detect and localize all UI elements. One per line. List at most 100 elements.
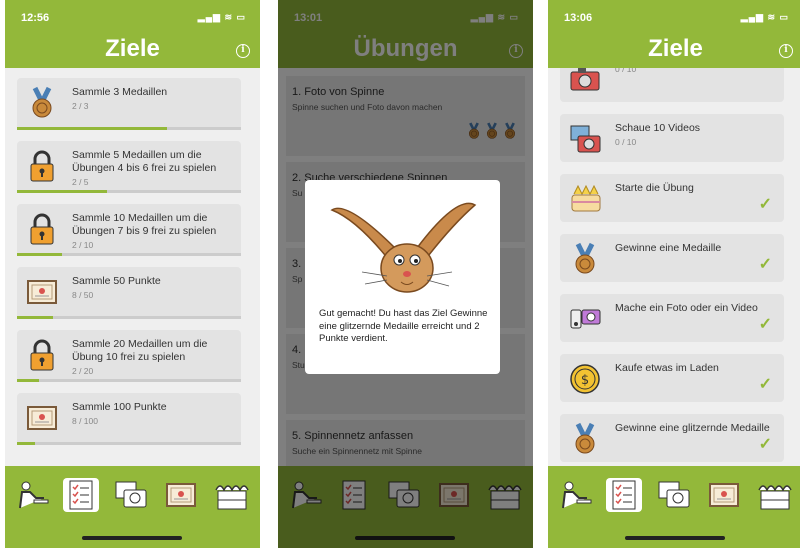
progress-bar	[17, 379, 241, 382]
goal-text: Sammle 5 Medaillen um die Übungen 4 bis …	[72, 149, 235, 189]
progress-bar-fill	[17, 127, 168, 130]
goal-card[interactable]: $ Kaufe etwas im Laden ✓	[560, 354, 784, 402]
progress-bar-fill	[17, 442, 35, 445]
medal-icon	[568, 422, 602, 456]
screen-goals-completed: 13:06 ▂▄▆ ≋ ▭ Ziele i 0 / 10 Schaue 10 Vi…	[548, 0, 800, 548]
goal-text: 0 / 10	[615, 68, 778, 76]
video-camera-icon	[568, 122, 602, 156]
home-indicator	[82, 536, 182, 540]
goal-text: Starte die Übung	[615, 182, 778, 195]
goal-text: Sammle 20 Medaillen um die Übung 10 frei…	[72, 338, 235, 378]
goal-label: Gewinne eine Medaille	[615, 242, 722, 254]
goal-card[interactable]: Sammle 100 Punkte 8 / 100	[17, 393, 241, 445]
goal-progress: 0 / 10	[615, 137, 637, 147]
lock-icon	[25, 149, 59, 183]
status-bar: 13:06 ▂▄▆ ≋ ▭	[548, 0, 800, 30]
check-icon: ✓	[758, 256, 772, 273]
status-bar: 12:56 ▂▄▆ ≋ ▭	[5, 0, 260, 30]
progress-bar-fill	[17, 253, 62, 256]
status-time: 12:56	[21, 12, 50, 24]
goal-text: Sammle 100 Punkte 8 / 100	[72, 401, 235, 428]
progress-bar	[17, 253, 241, 256]
goal-card[interactable]: Gewinne eine Medaille ✓	[560, 234, 784, 282]
success-dialog[interactable]: Gut gemacht! Du hast das Ziel Gewinne ei…	[305, 180, 500, 374]
goal-card[interactable]: Schaue 10 Videos 0 / 10	[560, 114, 784, 162]
goal-card[interactable]: Sammle 20 Medaillen um die Übung 10 frei…	[17, 330, 241, 382]
goal-text: Sammle 50 Punkte 8 / 50	[72, 275, 235, 302]
goal-card[interactable]: Gewinne eine glitzernde Medaille ✓	[560, 414, 784, 462]
page-title: Ziele	[105, 35, 160, 62]
market-stall-icon[interactable]	[213, 478, 249, 512]
goal-label: Sammle 5 Medaillen um die Übungen 4 bis …	[72, 149, 217, 174]
goal-card[interactable]: Starte die Übung ✓	[560, 174, 784, 222]
page-title: Ziele	[648, 35, 703, 62]
lock-icon	[25, 212, 59, 246]
goal-label: Sammle 50 Punkte	[72, 275, 161, 287]
goal-label: Sammle 20 Medaillen um die Übung 10 frei…	[72, 338, 208, 363]
info-icon[interactable]: i	[236, 44, 250, 58]
checklist-icon[interactable]	[63, 478, 99, 512]
dialog-message: Gut gemacht! Du hast das Ziel Gewinne ei…	[319, 308, 488, 344]
screen-exercises: 13:01 ▂▄▆ ≋ ▭ Übungen i 1. Foto von Spin…	[278, 0, 533, 548]
certificate-icon[interactable]	[163, 478, 199, 512]
status-icons: ▂▄▆ ≋ ▭	[740, 12, 789, 22]
goal-progress: 0 / 10	[615, 68, 637, 74]
goal-label: Schaue 10 Videos	[615, 122, 701, 134]
svg-text:$: $	[581, 373, 589, 388]
check-icon: ✓	[758, 436, 772, 453]
goal-card[interactable]: Sammle 3 Medaillen 2 / 3	[17, 78, 241, 130]
goal-text: Sammle 10 Medaillen um die Übungen 7 bis…	[72, 212, 235, 252]
goal-card[interactable]: 0 / 10	[560, 68, 784, 102]
person-at-desk-icon[interactable]	[556, 478, 592, 512]
goal-card[interactable]: Sammle 5 Medaillen um die Übungen 4 bis …	[17, 141, 241, 193]
goal-label: Mache ein Foto oder ein Video	[615, 302, 758, 314]
goal-progress: 2 / 3	[72, 101, 89, 111]
progress-bar	[17, 442, 241, 445]
goal-progress: 2 / 20	[72, 366, 94, 376]
goal-card[interactable]: Sammle 10 Medaillen um die Übungen 7 bis…	[17, 204, 241, 256]
progress-bar	[17, 190, 241, 193]
goal-label: Sammle 10 Medaillen um die Übungen 7 bis…	[72, 212, 217, 237]
info-icon[interactable]: i	[779, 44, 793, 58]
photos-icon[interactable]	[113, 478, 149, 512]
phone-camera-icon	[568, 302, 602, 336]
checklist-icon[interactable]	[606, 478, 642, 512]
goal-list[interactable]: Sammle 3 Medaillen 2 / 3 Sammle 5 Medaille…	[5, 68, 260, 466]
check-icon: ✓	[758, 376, 772, 393]
goal-progress: 2 / 10	[72, 240, 94, 250]
cake-icon	[568, 182, 602, 216]
lock-icon	[25, 338, 59, 372]
goal-text: Kaufe etwas im Laden	[615, 362, 778, 375]
goal-label: Gewinne eine glitzernde Medaille	[615, 422, 770, 434]
goal-progress: 8 / 50	[72, 290, 94, 300]
goal-label: Sammle 100 Punkte	[72, 401, 167, 413]
goal-text: Gewinne eine Medaille	[615, 242, 778, 255]
goal-label: Kaufe etwas im Laden	[615, 362, 719, 374]
medal-icon	[568, 242, 602, 276]
goal-text: Sammle 3 Medaillen 2 / 3	[72, 86, 235, 113]
progress-bar-fill	[17, 190, 107, 193]
certificate-icon[interactable]	[706, 478, 742, 512]
status-time: 13:06	[564, 12, 593, 24]
goal-list[interactable]: 0 / 10 Schaue 10 Videos 0 / 10 Starte die Ü…	[548, 68, 800, 466]
check-icon: ✓	[758, 196, 772, 213]
market-stall-icon[interactable]	[756, 478, 792, 512]
check-icon: ✓	[758, 316, 772, 333]
goal-label: Sammle 3 Medaillen	[72, 86, 168, 98]
goal-card[interactable]: Sammle 50 Punkte 8 / 50	[17, 267, 241, 319]
medal-icon	[25, 86, 59, 120]
camera-icon	[568, 68, 602, 96]
goal-text: Mache ein Foto oder ein Video	[615, 302, 778, 315]
progress-bar	[17, 127, 241, 130]
rabbit-illustration	[330, 202, 477, 293]
progress-bar	[17, 316, 241, 319]
goal-card[interactable]: Mache ein Foto oder ein Video ✓	[560, 294, 784, 342]
goal-progress: 8 / 100	[72, 416, 98, 426]
goal-text: Gewinne eine glitzernde Medaille	[615, 422, 778, 435]
person-at-desk-icon[interactable]	[13, 478, 49, 512]
screen-goals-progress: 12:56 ▂▄▆ ≋ ▭ Ziele i Sammle 3 Medaillen…	[5, 0, 260, 548]
status-icons: ▂▄▆ ≋ ▭	[197, 12, 246, 22]
photos-icon[interactable]	[656, 478, 692, 512]
goal-text: Schaue 10 Videos 0 / 10	[615, 122, 778, 149]
goal-label: Starte die Übung	[615, 182, 694, 194]
